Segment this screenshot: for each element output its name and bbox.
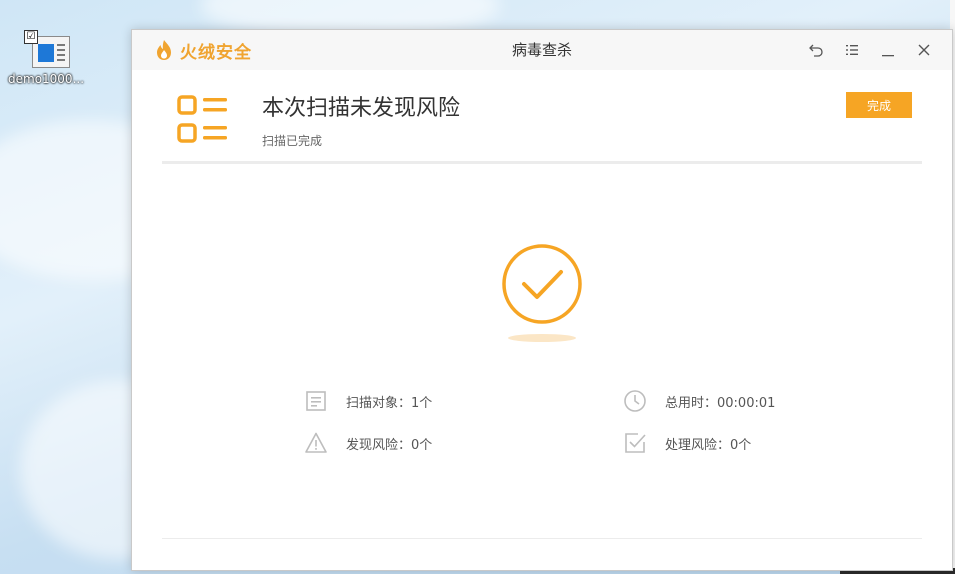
flame-logo-icon	[157, 40, 171, 60]
document-icon	[306, 391, 326, 411]
huorong-scan-window: 火绒安全 病毒查杀 本次扫描未发现风险 扫描已完成 完成 扫描对象：1个 总用时…	[131, 29, 953, 571]
check-shadow	[508, 334, 576, 342]
title-bar[interactable]: 火绒安全 病毒查杀	[132, 30, 952, 70]
footer-divider	[162, 538, 922, 539]
window-title: 病毒查杀	[511, 41, 572, 59]
back-button[interactable]	[806, 40, 826, 60]
done-button[interactable]: 完成	[846, 92, 912, 118]
stat-total-time-label: 总用时：00:00:01	[665, 395, 776, 411]
stat-scan-objects: 扫描对象：1个	[304, 389, 432, 413]
stat-scan-objects-label: 扫描对象：1个	[346, 395, 433, 411]
brand-logo: 火绒安全	[154, 39, 252, 63]
back-icon	[809, 44, 823, 57]
checkbox-icon	[625, 433, 646, 453]
brand-name: 火绒安全	[180, 42, 252, 63]
menu-button[interactable]	[842, 40, 862, 60]
success-check-icon	[502, 244, 582, 324]
stat-risks-found-label: 发现风险：0个	[346, 437, 433, 453]
close-button[interactable]	[914, 40, 934, 60]
clock-icon	[624, 390, 646, 412]
stat-risks-handled: 处理风险：0个	[623, 431, 751, 455]
stat-risks-found: 发现风险：0个	[304, 431, 432, 455]
stat-risks-handled-label: 处理风险：0个	[665, 437, 752, 453]
header-divider	[162, 161, 922, 164]
minimize-icon	[882, 55, 894, 57]
desktop-shortcut[interactable]: ☑ demo1000...	[8, 30, 84, 86]
minimize-button[interactable]	[878, 40, 898, 60]
warning-icon	[305, 432, 327, 453]
result-subtitle: 扫描已完成	[262, 134, 323, 148]
scan-list-icon	[177, 95, 227, 143]
selection-checkbox-icon[interactable]: ☑	[24, 30, 38, 44]
menu-icon	[846, 45, 858, 55]
close-icon	[918, 44, 930, 56]
desktop-shortcut-label: demo1000...	[8, 72, 85, 86]
desktop-shortcut-image: ☑	[24, 30, 70, 68]
result-title: 本次扫描未发现风险	[262, 96, 461, 121]
stat-total-time: 总用时：00:00:01	[623, 389, 775, 413]
